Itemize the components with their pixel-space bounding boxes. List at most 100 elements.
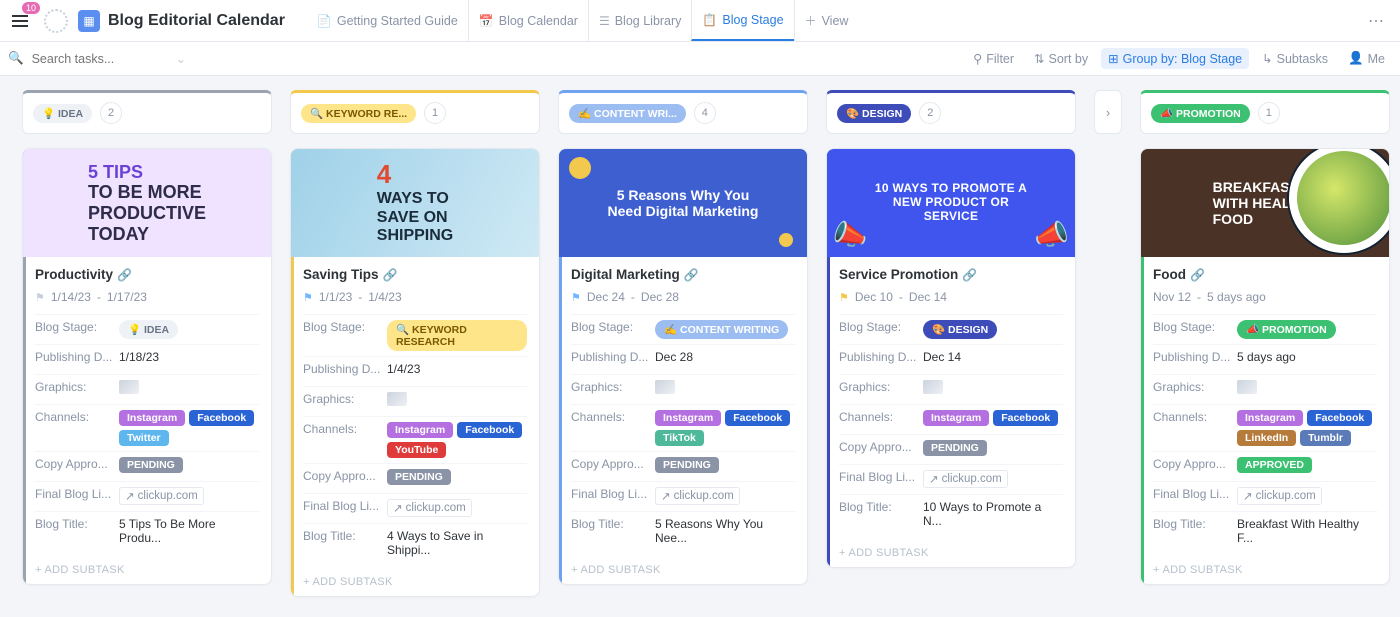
final-link[interactable]: ↗clickup.com <box>923 470 1008 488</box>
tab-icon: 📋 <box>702 13 717 27</box>
me-button[interactable]: 👤Me <box>1341 48 1392 69</box>
column-promotion: 📣 PROMOTION 1 ⋯ BREAKFASTWITH HEALTHYFOOD… <box>1140 90 1390 585</box>
column-count: 1 <box>1258 102 1280 124</box>
menu-button[interactable]: 10 <box>6 7 34 35</box>
task-card[interactable]: 4WAYS TOSAVE ONSHIPPING Saving Tips🔗 ⚑1/… <box>290 148 540 597</box>
blog-title-value: Breakfast With Healthy F... <box>1237 517 1377 545</box>
final-link[interactable]: ↗clickup.com <box>119 487 204 505</box>
channels-value: InstagramFacebook <box>923 410 1063 426</box>
channels-value: InstagramFacebookTikTok <box>655 410 795 446</box>
search-box[interactable]: 🔍 ⌄ <box>8 51 208 67</box>
channels-value: InstagramFacebookTwitter <box>119 410 259 446</box>
channel-twitter: Twitter <box>119 430 169 446</box>
copy-status: PENDING <box>119 457 183 473</box>
tab-label: Blog Stage <box>722 13 783 27</box>
field-label: Graphics: <box>1153 380 1237 394</box>
channel-youtube: YouTube <box>387 442 446 458</box>
copy-status: PENDING <box>387 469 451 485</box>
flag-icon: ⚑ <box>839 291 849 304</box>
tab-getting-started-guide[interactable]: 📄Getting Started Guide <box>307 0 468 41</box>
search-input[interactable] <box>30 51 170 67</box>
field-label: Final Blog Li... <box>303 499 387 513</box>
column-header[interactable]: 🔍 KEYWORD RE...1 <box>290 90 540 134</box>
task-card[interactable]: 5 Reasons Why YouNeed Digital Marketing … <box>558 148 808 585</box>
field-label: Channels: <box>839 410 923 424</box>
link-icon: ↗ <box>661 489 671 503</box>
field-label: Final Blog Li... <box>35 487 119 501</box>
tab-label: View <box>822 14 849 28</box>
tab-view[interactable]: ＋View <box>794 0 859 41</box>
column-header[interactable]: ✍️ CONTENT WRI...4 <box>558 90 808 134</box>
final-link[interactable]: ↗clickup.com <box>1237 487 1322 505</box>
field-label: Channels: <box>303 422 387 436</box>
field-label: Channels: <box>35 410 119 424</box>
tab-blog-library[interactable]: ☰Blog Library <box>588 0 691 41</box>
column-count: 2 <box>100 102 122 124</box>
add-subtask-button[interactable]: + ADD SUBTASK <box>291 568 539 596</box>
column-design: 🎨 DESIGN2 ⋯ 📣📣10 WAYS TO PROMOTE ANEW PR… <box>826 90 1076 568</box>
field-label: Blog Stage: <box>571 320 655 334</box>
publishing-date: Dec 14 <box>923 350 1063 364</box>
kanban-board: 💡 IDEA2 5 TIPSTO BE MOREPRODUCTIVETODAY … <box>0 76 1400 611</box>
stage-value: 💡 IDEA <box>119 320 178 339</box>
column-idea: 💡 IDEA2 5 TIPSTO BE MOREPRODUCTIVETODAY … <box>22 90 272 585</box>
filter-button[interactable]: ⚲Filter <box>966 48 1021 69</box>
subtasks-icon: ↳ <box>1262 51 1272 66</box>
task-card[interactable]: ⋯ 📣📣10 WAYS TO PROMOTE ANEW PRODUCT ORSE… <box>826 148 1076 568</box>
task-card[interactable]: 5 TIPSTO BE MOREPRODUCTIVETODAY Producti… <box>22 148 272 585</box>
field-label: Blog Title: <box>303 529 387 543</box>
channels-value: InstagramFacebookYouTube <box>387 422 527 458</box>
more-icon[interactable]: ⋯ <box>1358 11 1394 31</box>
column-header[interactable]: 📣 PROMOTION 1 <box>1140 90 1390 134</box>
card-dates: ⚑1/1/23-1/4/23 <box>303 290 527 304</box>
tab-blog-stage[interactable]: 📋 Blog Stage <box>691 0 793 41</box>
channel-tiktok: TikTok <box>655 430 704 446</box>
person-icon: 👤 <box>1348 51 1364 66</box>
field-label: Final Blog Li... <box>839 470 923 484</box>
scroll-right-button[interactable]: › <box>1094 90 1122 134</box>
field-label: Blog Title: <box>35 517 119 531</box>
publishing-date: Dec 28 <box>655 350 795 364</box>
add-subtask-button[interactable]: + ADD SUBTASK <box>827 539 1075 567</box>
card-cover: 5 TIPSTO BE MOREPRODUCTIVETODAY <box>23 149 271 257</box>
blog-title-value: 5 Tips To Be More Produ... <box>119 517 259 545</box>
stage-value: 🎨 DESIGN <box>923 320 997 339</box>
calendar-icon: ▦ <box>78 10 100 32</box>
field-label: Channels: <box>571 410 655 424</box>
card-title: Digital Marketing🔗 <box>571 267 795 282</box>
column-keyword: 🔍 KEYWORD RE...1 4WAYS TOSAVE ONSHIPPING… <box>290 90 540 597</box>
group-by-button[interactable]: ⊞Group by: Blog Stage <box>1101 48 1249 69</box>
add-subtask-button[interactable]: + ADD SUBTASK <box>1141 556 1389 584</box>
channel-tumblr: Tumblr <box>1300 430 1351 446</box>
tab-blog-calendar[interactable]: 📅Blog Calendar <box>468 0 588 41</box>
add-subtask-button[interactable]: + ADD SUBTASK <box>559 556 807 584</box>
channel-facebook: Facebook <box>457 422 522 438</box>
chevron-down-icon[interactable]: ⌄ <box>176 51 186 66</box>
page-title: Blog Editorial Calendar <box>108 12 285 30</box>
link-icon: ↗ <box>929 472 939 486</box>
final-link[interactable]: ↗clickup.com <box>655 487 740 505</box>
search-icon: 🔍 <box>8 51 24 66</box>
field-label: Blog Title: <box>1153 517 1237 531</box>
column-header[interactable]: 🎨 DESIGN2 <box>826 90 1076 134</box>
column-header[interactable]: 💡 IDEA2 <box>22 90 272 134</box>
sort-button[interactable]: ⇅Sort by <box>1027 48 1095 69</box>
task-card[interactable]: ⋯ BREAKFASTWITH HEALTHYFOOD Food🔗 Nov 12… <box>1140 148 1390 585</box>
blog-title-value: 5 Reasons Why You Nee... <box>655 517 795 545</box>
graphics-value <box>655 380 795 394</box>
graphics-value <box>387 392 527 406</box>
channels-value: InstagramFacebookLinkedInTumblr <box>1237 410 1377 446</box>
sort-icon: ⇅ <box>1034 51 1044 66</box>
add-subtask-button[interactable]: + ADD SUBTASK <box>23 556 271 584</box>
channel-instagram: Instagram <box>655 410 721 426</box>
stage-chip: 📣 PROMOTION <box>1151 104 1250 123</box>
card-dates: ⚑Dec 10-Dec 14 <box>839 290 1063 304</box>
field-label: Copy Appro... <box>35 457 119 471</box>
field-label: Graphics: <box>839 380 923 394</box>
field-label: Copy Appro... <box>303 469 387 483</box>
subtasks-button[interactable]: ↳Subtasks <box>1255 48 1335 69</box>
graphics-value <box>1237 380 1377 394</box>
publishing-date: 1/18/23 <box>119 350 259 364</box>
channel-facebook: Facebook <box>1307 410 1372 426</box>
final-link[interactable]: ↗clickup.com <box>387 499 472 517</box>
